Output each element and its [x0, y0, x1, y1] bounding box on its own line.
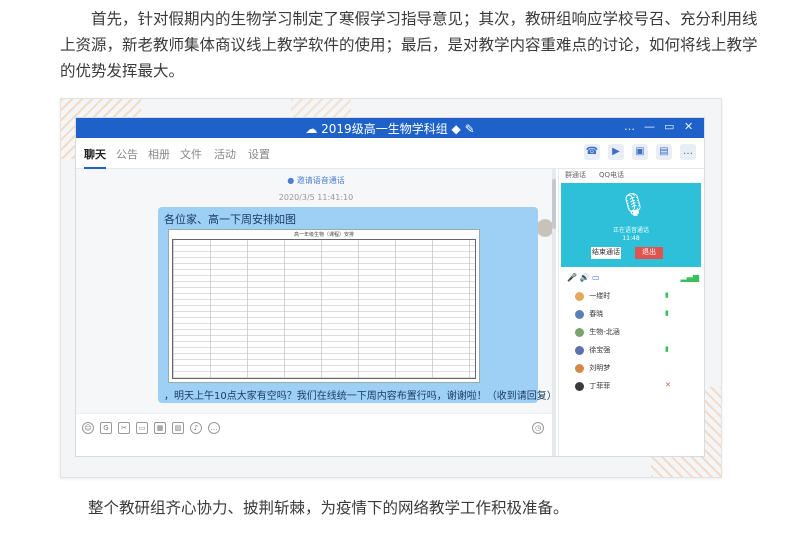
scissors-icon[interactable]: ✂	[118, 422, 130, 434]
avatar	[575, 309, 584, 319]
picture-icon[interactable]: ▨	[172, 422, 184, 434]
speaker-icon[interactable]: 🔊	[580, 273, 590, 282]
video-icon[interactable]: ▶	[608, 144, 624, 160]
avatar	[575, 291, 584, 301]
call-status-card: 🎙 正在语音通话 11:48 结束通话 退出	[561, 183, 701, 267]
member-item[interactable]: 春晓 ▮	[575, 309, 669, 321]
avatar	[575, 327, 584, 337]
message-heading: 各位家、高一下周安排如图	[164, 213, 296, 226]
speaking-icon: ▮	[665, 345, 669, 353]
maximize-button[interactable]: ▭	[664, 120, 674, 133]
member-item[interactable]: 丁菲菲 ✕	[575, 381, 671, 393]
article-paragraph-2: 整个教研组齐心协力、披荆斩棘，为疫情下的网络教学工作积极准备。	[88, 499, 569, 517]
more-tools-icon[interactable]: …	[208, 422, 220, 434]
tab-settings[interactable]: 设置	[248, 146, 270, 162]
tab-bar: 聊天 公告 相册 文件 活动 设置 ☎ ▶ ▣ ▤ …	[76, 138, 704, 169]
edit-icon[interactable]: ✎	[465, 122, 475, 136]
muted-icon: ✕	[665, 381, 671, 389]
window-title: 2019级高一生物学科组	[321, 122, 448, 136]
voice-call-panel: 群通话 QQ电话 🎙 正在语音通话 11:48 结束通话 退出 🎤 🔊 ▭ ▂▄…	[558, 169, 704, 456]
close-button[interactable]: ✕	[684, 120, 693, 133]
screen-share-icon[interactable]: ▣	[632, 144, 648, 160]
tab-chat[interactable]: 聊天	[84, 146, 106, 169]
schedule-table	[172, 239, 476, 379]
message-timestamp: 2020/3/5 11:41:10	[278, 193, 354, 202]
presentation-icon[interactable]: ▤	[656, 144, 672, 160]
tab-files[interactable]: 文件	[180, 146, 202, 162]
tab-announcement[interactable]: 公告	[116, 146, 138, 162]
minimize-button[interactable]: —	[644, 120, 655, 133]
schedule-image[interactable]: 高一年级生物（课程）安排	[168, 229, 480, 383]
phone-icon[interactable]: ☎	[584, 144, 600, 160]
group-icon: ☁	[305, 122, 318, 136]
leave-call-button[interactable]: 退出	[635, 247, 663, 259]
screenshot-figure: ☁ 2019级高一生物学科组 ◆ ✎ … — ▭ ✕ 聊天 公告 相册 文件 活…	[60, 98, 722, 478]
emoji-icon[interactable]: ☺	[82, 422, 94, 434]
speaking-icon: ▮	[665, 291, 669, 299]
avatar	[575, 363, 584, 373]
bell-icon[interactable]: ♪	[190, 422, 202, 434]
article-paragraph-1: 首先，针对假期内的生物学习制定了寒假学习指导意见；其次，教研组响应学校号召、充分…	[60, 10, 758, 80]
gif-icon[interactable]: G	[100, 422, 112, 434]
more-icon[interactable]: …	[680, 144, 696, 160]
schedule-title: 高一年级生物（课程）安排	[293, 232, 354, 238]
system-notice[interactable]: ● 邀请语音通话	[76, 175, 556, 186]
member-item[interactable]: 一缕时 ▮	[575, 291, 669, 303]
tab-group-call[interactable]: 群通话	[565, 170, 586, 180]
menu-button[interactable]: …	[624, 120, 635, 133]
image-icon[interactable]: ▦	[154, 422, 166, 434]
speaking-icon: ▮	[665, 309, 669, 317]
message-text: ，明天上午10点大家有空吗？我们在线统一下周内容布置行吗，谢谢啦！（收到请回复）	[164, 391, 557, 402]
info-icon: ●	[287, 176, 295, 185]
tab-album[interactable]: 相册	[148, 146, 170, 162]
avatar	[575, 345, 584, 355]
message-bubble[interactable]: 各位家、高一下周安排如图 高一年级生物（课程）安排 ，明天上午10点大家有空吗？…	[158, 207, 557, 403]
signal-icon: ▂▄▆	[680, 273, 699, 282]
call-duration: 11:48	[622, 235, 640, 242]
chat-area: ● 邀请语音通话 2020/3/5 11:41:10 各位家、高一下周安排如图 …	[76, 169, 557, 456]
mic-toggle-icon[interactable]: 🎤	[567, 273, 577, 282]
chat-scrollbar[interactable]	[552, 169, 556, 456]
diamond-icon: ◆	[451, 122, 461, 136]
input-toolbar: ☺ G ✂ ▭ ▦ ▨ ♪ … ◷	[76, 413, 552, 456]
call-status: 正在语音通话	[612, 227, 649, 234]
member-item[interactable]: 徐宝强 ▮	[575, 345, 669, 357]
folder-icon[interactable]: ▭	[136, 422, 148, 434]
tab-activities[interactable]: 活动	[214, 146, 236, 162]
camera-icon[interactable]: ▭	[592, 273, 600, 282]
end-call-button[interactable]: 结束通话	[591, 247, 621, 259]
avatar	[575, 381, 584, 391]
member-item[interactable]: 生物-北涵	[575, 327, 620, 339]
tab-qq-call[interactable]: QQ电话	[599, 170, 624, 180]
history-icon[interactable]: ◷	[532, 422, 544, 434]
member-item[interactable]: 刘明梦	[575, 363, 610, 375]
qq-group-window: ☁ 2019级高一生物学科组 ◆ ✎ … — ▭ ✕ 聊天 公告 相册 文件 活…	[75, 117, 705, 457]
title-bar: ☁ 2019级高一生物学科组 ◆ ✎ … — ▭ ✕	[76, 118, 704, 138]
microphone-icon: 🎙	[619, 193, 647, 218]
